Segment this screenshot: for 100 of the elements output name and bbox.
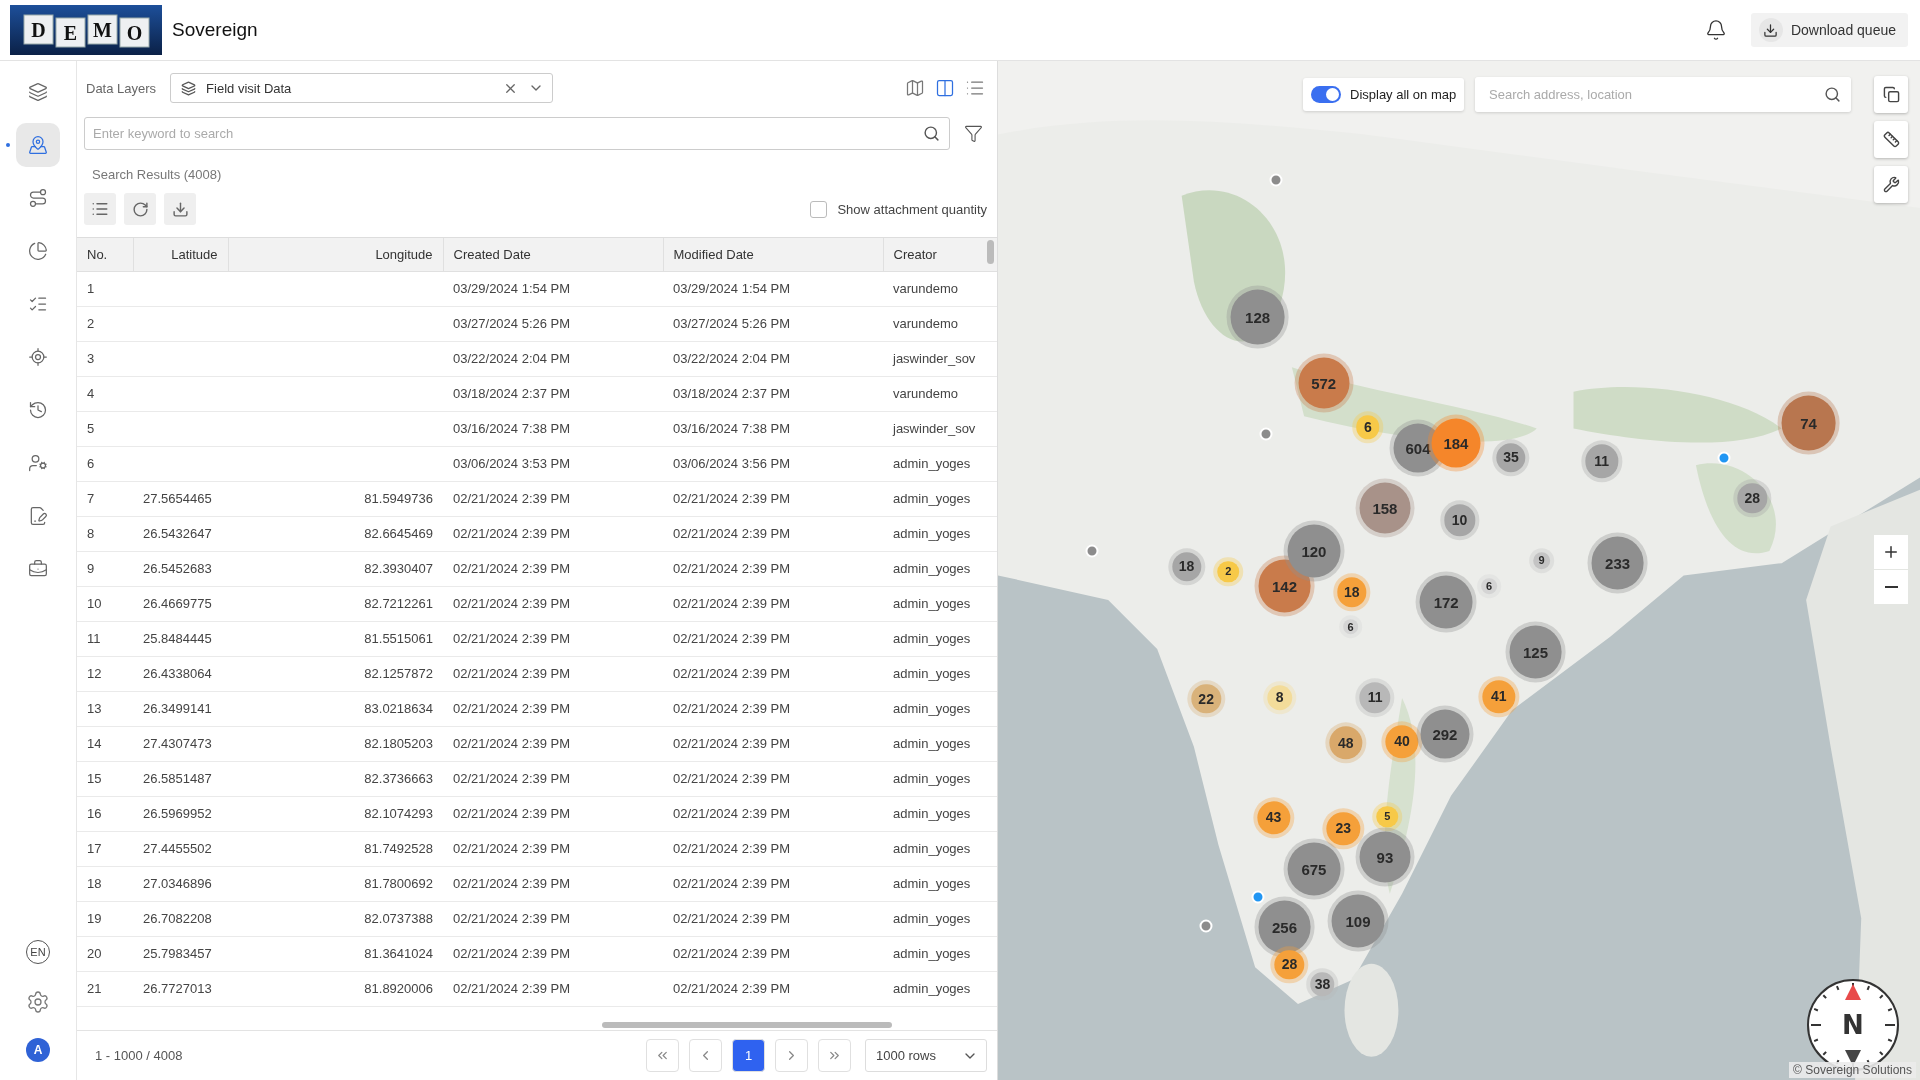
- zoom-in-button[interactable]: [1874, 535, 1908, 569]
- layers-icon: [28, 82, 48, 102]
- zoom-out-button[interactable]: [1874, 570, 1908, 604]
- latitude-cell: 25.8484445: [133, 621, 228, 656]
- column-header[interactable]: Creator: [883, 238, 997, 271]
- longitude-cell: 81.7800692: [228, 866, 443, 901]
- filter-icon[interactable]: [964, 124, 983, 143]
- rows-per-page-select[interactable]: 1000 rows: [865, 1039, 987, 1072]
- columns-button[interactable]: [84, 193, 116, 225]
- last-page-button[interactable]: [818, 1039, 851, 1072]
- created-date-cell: 02/21/2024 2:39 PM: [443, 481, 663, 516]
- row-number: 15: [77, 761, 133, 796]
- layers-copy-button[interactable]: [1874, 76, 1908, 113]
- latitude-cell: 26.3499141: [133, 691, 228, 726]
- created-date-cell: 02/21/2024 2:39 PM: [443, 726, 663, 761]
- created-date-cell: 02/21/2024 2:39 PM: [443, 971, 663, 1006]
- list-icon: [91, 200, 109, 218]
- latitude-cell: 27.5654465: [133, 481, 228, 516]
- longitude-cell: 82.1257872: [228, 656, 443, 691]
- created-date-cell: 03/27/2024 5:26 PM: [443, 306, 663, 341]
- row-number: 11: [77, 621, 133, 656]
- created-date-cell: 02/21/2024 2:39 PM: [443, 831, 663, 866]
- latitude-cell: 25.7983457: [133, 936, 228, 971]
- search-field[interactable]: Enter keyword to search: [84, 117, 950, 150]
- ruler-button[interactable]: [1874, 121, 1908, 158]
- created-date-cell: 02/21/2024 2:39 PM: [443, 516, 663, 551]
- history-icon: [28, 400, 48, 420]
- row-number: 20: [77, 936, 133, 971]
- search-icon[interactable]: [1824, 86, 1841, 103]
- column-header[interactable]: Longitude: [228, 238, 443, 271]
- row-number: 19: [77, 901, 133, 936]
- logo: D E M O: [10, 5, 162, 55]
- column-header[interactable]: Latitude: [133, 238, 228, 271]
- column-header[interactable]: No.: [77, 238, 133, 271]
- toggle-switch[interactable]: [1311, 86, 1341, 103]
- latitude-cell: 26.4338064: [133, 656, 228, 691]
- created-date-cell: 02/21/2024 2:39 PM: [443, 621, 663, 656]
- modified-date-cell: 02/21/2024 2:39 PM: [663, 586, 883, 621]
- latitude-cell: 27.4307473: [133, 726, 228, 761]
- row-number: 1: [77, 271, 133, 306]
- active-indicator: [6, 143, 10, 147]
- created-date-cell: 02/21/2024 2:39 PM: [443, 551, 663, 586]
- tools-button[interactable]: [1874, 166, 1908, 203]
- created-date-cell: 02/21/2024 2:39 PM: [443, 691, 663, 726]
- row-number: 17: [77, 831, 133, 866]
- created-date-cell: 02/21/2024 2:39 PM: [443, 656, 663, 691]
- modified-date-cell: 02/21/2024 2:39 PM: [663, 901, 883, 936]
- created-date-cell: 03/22/2024 2:04 PM: [443, 341, 663, 376]
- created-date-cell: 02/21/2024 2:39 PM: [443, 796, 663, 831]
- row-number: 3: [77, 341, 133, 376]
- created-date-cell: 03/18/2024 2:37 PM: [443, 376, 663, 411]
- column-header[interactable]: Created Date: [443, 238, 663, 271]
- latitude-cell: 26.5969952: [133, 796, 228, 831]
- modified-date-cell: 02/21/2024 2:39 PM: [663, 551, 883, 586]
- notification-bell-icon[interactable]: [1704, 19, 1727, 41]
- map-search-field[interactable]: Search address, location: [1475, 77, 1851, 112]
- latitude-cell: 26.4669775: [133, 586, 228, 621]
- row-number: 18: [77, 866, 133, 901]
- longitude-cell: 83.0218634: [228, 691, 443, 726]
- modified-date-cell: 02/21/2024 2:39 PM: [663, 691, 883, 726]
- pie-chart-icon: [28, 241, 48, 261]
- search-icon[interactable]: [923, 125, 940, 142]
- created-date-cell: 03/16/2024 7:38 PM: [443, 411, 663, 446]
- modified-date-cell: 03/16/2024 7:38 PM: [663, 411, 883, 446]
- minus-icon: [1884, 586, 1898, 588]
- column-header[interactable]: Modified Date: [663, 238, 883, 271]
- page-button[interactable]: 1: [732, 1039, 765, 1072]
- modified-date-cell: 03/27/2024 5:26 PM: [663, 306, 883, 341]
- longitude-cell: 82.6645469: [228, 516, 443, 551]
- modified-date-cell: 02/21/2024 2:39 PM: [663, 831, 883, 866]
- row-number: 12: [77, 656, 133, 691]
- latitude-cell: 26.7082208: [133, 901, 228, 936]
- layer-select[interactable]: Field visit Data: [170, 73, 554, 103]
- row-number: 4: [77, 376, 133, 411]
- refresh-icon: [131, 200, 149, 218]
- export-button[interactable]: [164, 193, 196, 225]
- modified-date-cell: 03/22/2024 2:04 PM: [663, 341, 883, 376]
- settings-icon[interactable]: [26, 990, 50, 1014]
- latitude-cell: 27.4455502: [133, 831, 228, 866]
- modified-date-cell: 02/21/2024 2:39 PM: [663, 971, 883, 1006]
- longitude-cell: 81.5949736: [228, 481, 443, 516]
- map-pin-icon: [28, 135, 48, 155]
- vertical-scrollbar[interactable]: [987, 240, 994, 264]
- longitude-cell: 81.7492528: [228, 831, 443, 866]
- modified-date-cell: 02/21/2024 2:39 PM: [663, 726, 883, 761]
- created-date-cell: 03/29/2024 1:54 PM: [443, 271, 663, 306]
- user-gear-icon: [28, 453, 48, 473]
- refresh-button[interactable]: [124, 193, 156, 225]
- longitude-cell: 82.0737388: [228, 901, 443, 936]
- data-layers-label: Data Layers: [86, 80, 157, 96]
- modified-date-cell: 02/21/2024 2:39 PM: [663, 866, 883, 901]
- checkbox[interactable]: [810, 200, 828, 218]
- row-number: 10: [77, 586, 133, 621]
- longitude-cell: 82.3736663: [228, 761, 443, 796]
- longitude-cell: 81.8920006: [228, 971, 443, 1006]
- modified-date-cell: 03/18/2024 2:37 PM: [663, 376, 883, 411]
- row-number: 2: [77, 306, 133, 341]
- download-queue-button[interactable]: Download queue: [1750, 13, 1908, 47]
- horizontal-scrollbar[interactable]: [602, 1022, 892, 1028]
- user-avatar[interactable]: A: [26, 1038, 50, 1062]
